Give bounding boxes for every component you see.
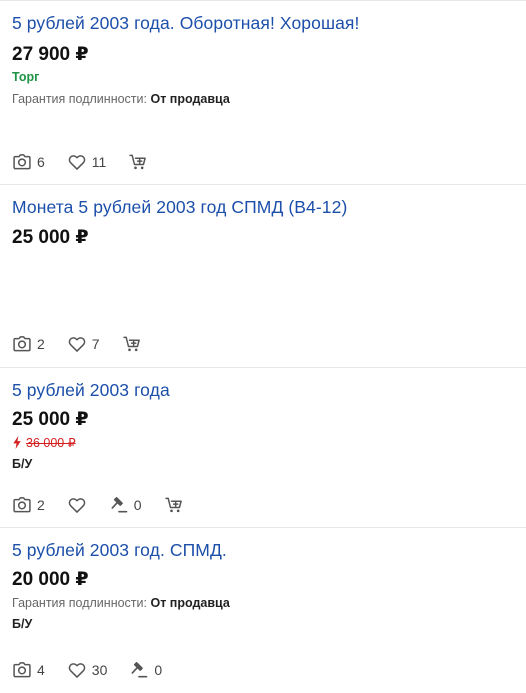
listing-title-link[interactable]: Монета 5 рублей 2003 год СПМД (В4-12) xyxy=(12,197,347,218)
listing-title-link[interactable]: 5 рублей 2003 года. Оборотная! Хорошая! xyxy=(12,13,359,34)
add-to-cart-button[interactable] xyxy=(122,334,142,354)
auction-hammer-icon xyxy=(109,495,129,515)
add-to-cart-icon xyxy=(164,495,184,515)
photo-count[interactable]: 6 xyxy=(12,152,45,172)
heart-icon xyxy=(67,660,87,680)
camera-icon xyxy=(12,152,32,172)
add-to-cart-button[interactable] xyxy=(128,152,148,172)
photo-count-value: 2 xyxy=(37,336,45,352)
listing-card[interactable]: Монета 5 рублей 2003 год СПМД (В4-12) 25… xyxy=(0,185,526,368)
like-count-value: 30 xyxy=(91,662,108,678)
condition-label: Б/У xyxy=(12,457,33,471)
photo-count-value: 4 xyxy=(37,662,45,678)
photo-count[interactable]: 4 xyxy=(12,660,45,680)
like-button[interactable]: 11 xyxy=(67,152,107,172)
listing-stats: 2 7 xyxy=(12,334,142,354)
authenticity-label: Гарантия подлинности: xyxy=(12,596,147,610)
listing-title-link[interactable]: 5 рублей 2003 года xyxy=(12,380,170,401)
like-count-value: 7 xyxy=(91,336,100,352)
listing-card[interactable]: 5 рублей 2003 года 25 000 ₽ 36 000 ₽ Б/У… xyxy=(0,368,526,528)
photo-count-value: 6 xyxy=(37,154,45,170)
heart-icon xyxy=(67,334,87,354)
bid-count-value: 0 xyxy=(133,497,142,513)
listing-list: 5 рублей 2003 года. Оборотная! Хорошая! … xyxy=(0,0,526,693)
listing-stats: 4 30 0 xyxy=(12,660,184,680)
bid-count-value: 0 xyxy=(154,662,163,678)
lightning-icon xyxy=(13,436,21,449)
add-to-cart-icon xyxy=(122,334,142,354)
condition-label: Б/У xyxy=(12,617,33,631)
auction-hammer-icon xyxy=(129,660,149,680)
camera-icon xyxy=(12,495,32,515)
authenticity-guarantee: Гарантия подлинности: От продавца xyxy=(12,92,230,106)
old-price: 36 000 ₽ xyxy=(12,435,76,450)
photo-count[interactable]: 2 xyxy=(12,495,45,515)
authenticity-label: Гарантия подлинности: xyxy=(12,92,147,106)
camera-icon xyxy=(12,334,32,354)
add-to-cart-icon xyxy=(128,152,148,172)
like-count-value: 11 xyxy=(91,154,107,170)
listing-price: 27 900 ₽ xyxy=(12,44,89,65)
listing-stats: 2 0 xyxy=(12,495,184,515)
like-button[interactable]: 7 xyxy=(67,334,100,354)
like-button[interactable] xyxy=(67,495,87,515)
bid-count[interactable]: 0 xyxy=(129,660,162,680)
authenticity-guarantee: Гарантия подлинности: От продавца xyxy=(12,596,230,610)
old-price-value: 36 000 ₽ xyxy=(26,436,76,450)
like-button[interactable]: 30 xyxy=(67,660,108,680)
heart-icon xyxy=(67,495,87,515)
photo-count-value: 2 xyxy=(37,497,45,513)
listing-price: 20 000 ₽ xyxy=(12,569,89,590)
bid-count[interactable]: 0 xyxy=(109,495,142,515)
listing-price: 25 000 ₽ xyxy=(12,409,89,430)
authenticity-value: От продавца xyxy=(150,596,230,610)
photo-count[interactable]: 2 xyxy=(12,334,45,354)
listing-stats: 6 11 xyxy=(12,152,148,172)
listing-price: 25 000 ₽ xyxy=(12,227,89,248)
add-to-cart-button[interactable] xyxy=(164,495,184,515)
heart-icon xyxy=(67,152,87,172)
bargain-badge: Торг xyxy=(12,70,40,84)
listing-title-link[interactable]: 5 рублей 2003 год. СПМД. xyxy=(12,540,227,561)
authenticity-value: От продавца xyxy=(150,92,230,106)
listing-card[interactable]: 5 рублей 2003 года. Оборотная! Хорошая! … xyxy=(0,0,526,185)
listing-card[interactable]: 5 рублей 2003 год. СПМД. 20 000 ₽ Гарант… xyxy=(0,528,526,693)
camera-icon xyxy=(12,660,32,680)
